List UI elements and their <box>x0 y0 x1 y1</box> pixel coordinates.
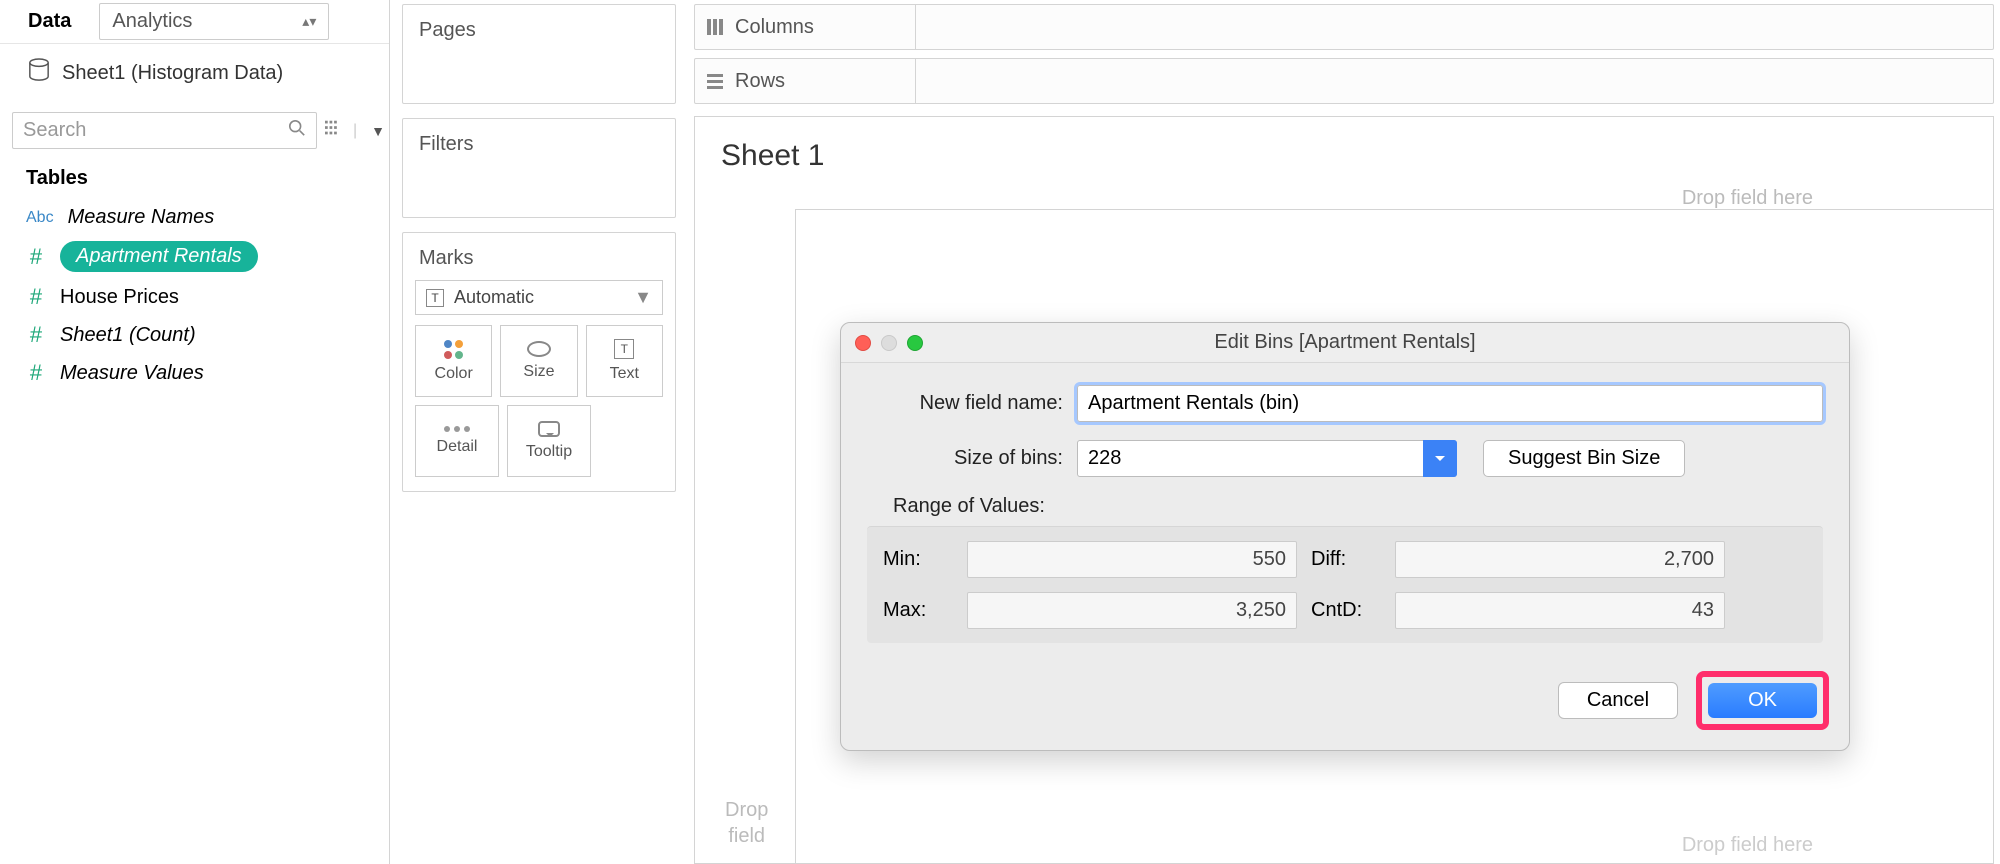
text-icon: T <box>614 339 634 359</box>
range-of-values-label: Range of Values: <box>867 495 1823 526</box>
marks-card: Marks T Automatic ▼ Color Size T Text <box>402 232 676 492</box>
ok-button[interactable]: OK <box>1708 683 1817 718</box>
max-value: 3,250 <box>967 592 1297 629</box>
field-apartment-rentals[interactable]: # Apartment Rentals <box>0 235 389 278</box>
diff-value: 2,700 <box>1395 541 1725 578</box>
search-box[interactable] <box>12 112 317 149</box>
field-sheet1-count[interactable]: # Sheet1 (Count) <box>0 316 389 354</box>
drop-field-hint-top: Drop field here <box>1682 187 1813 210</box>
shelf-bars: Columns Rows <box>690 0 2000 112</box>
field-measure-values[interactable]: # Measure Values <box>0 354 389 392</box>
chevron-down-icon: ▼ <box>634 287 652 308</box>
filters-shelf[interactable]: Filters <box>402 118 676 218</box>
tables-heading: Tables <box>0 159 389 200</box>
size-of-bins-combo[interactable] <box>1077 440 1457 477</box>
dialog-titlebar[interactable]: Edit Bins [Apartment Rentals] <box>841 323 1849 363</box>
columns-label: Columns <box>735 16 915 39</box>
abc-type-icon: Abc <box>26 209 54 227</box>
min-value: 550 <box>967 541 1297 578</box>
cancel-button[interactable]: Cancel <box>1558 682 1678 719</box>
analytics-label: Analytics <box>112 10 192 33</box>
drop-field-hint-left: Drop field <box>725 797 768 849</box>
rows-icon <box>695 72 735 90</box>
divider: | <box>353 122 357 140</box>
size-of-bins-input[interactable] <box>1077 440 1457 477</box>
combo-dropdown-button[interactable] <box>1423 440 1457 477</box>
size-of-bins-label: Size of bins: <box>867 447 1077 470</box>
field-label: Measure Names <box>68 206 215 229</box>
database-icon <box>28 58 50 88</box>
divider <box>915 59 916 103</box>
data-tab[interactable]: Data <box>0 10 99 33</box>
rows-shelf[interactable]: Rows <box>694 58 1994 104</box>
hash-type-icon: # <box>26 244 46 270</box>
field-label: Sheet1 (Count) <box>60 324 196 347</box>
filters-label: Filters <box>403 119 675 170</box>
marks-tooltip-button[interactable]: Tooltip <box>507 405 591 477</box>
field-label: House Prices <box>60 286 179 309</box>
data-header: Data Analytics ▴▾ <box>0 0 389 44</box>
divider <box>915 5 916 49</box>
marks-text-button[interactable]: T Text <box>586 325 663 397</box>
mark-type-value: Automatic <box>454 287 534 308</box>
text-type-icon: T <box>426 289 444 307</box>
hash-type-icon: # <box>26 322 46 348</box>
drop-word: Drop <box>725 797 768 823</box>
range-box: Min: 550 Diff: 2,700 Max: 3,250 CntD: 43 <box>867 526 1823 643</box>
marks-color-button[interactable]: Color <box>415 325 492 397</box>
field-measure-names[interactable]: Abc Measure Names <box>0 200 389 235</box>
btn-label: Size <box>523 363 554 381</box>
columns-shelf[interactable]: Columns <box>694 4 1994 50</box>
field-label: Measure Values <box>60 362 204 385</box>
updown-icon: ▴▾ <box>302 13 316 30</box>
sheet-title[interactable]: Sheet 1 <box>695 117 1993 195</box>
analytics-dropdown[interactable]: Analytics ▴▾ <box>99 3 329 40</box>
cntd-value: 43 <box>1395 592 1725 629</box>
diff-label: Diff: <box>1311 548 1381 571</box>
ok-highlight-box: OK <box>1696 671 1829 730</box>
pages-shelf[interactable]: Pages <box>402 4 676 104</box>
data-side-panel: Data Analytics ▴▾ Sheet1 (Histogram Data… <box>0 0 390 864</box>
btn-label: Tooltip <box>526 443 572 461</box>
field-house-prices[interactable]: # House Prices <box>0 278 389 316</box>
new-field-name-input[interactable] <box>1077 385 1823 422</box>
btn-label: Detail <box>437 438 478 456</box>
pages-label: Pages <box>403 5 675 56</box>
cntd-label: CntD: <box>1311 599 1381 622</box>
view-toggle-icon[interactable] <box>325 119 345 142</box>
dialog-title: Edit Bins [Apartment Rentals] <box>841 331 1849 354</box>
suggest-bin-size-button[interactable]: Suggest Bin Size <box>1483 440 1685 477</box>
shelves-panel: Pages Filters Marks T Automatic ▼ Color … <box>398 0 680 506</box>
marks-size-button[interactable]: Size <box>500 325 577 397</box>
mark-type-dropdown[interactable]: T Automatic ▼ <box>415 280 663 315</box>
min-label: Min: <box>883 548 953 571</box>
search-input[interactable] <box>23 119 288 142</box>
field-word: field <box>725 823 768 849</box>
datasource-name: Sheet1 (Histogram Data) <box>62 62 283 85</box>
fields-menu-dropdown[interactable]: ▼ <box>365 123 391 139</box>
size-icon <box>527 341 551 357</box>
btn-label: Text <box>610 365 639 383</box>
max-label: Max: <box>883 599 953 622</box>
tooltip-icon <box>538 421 560 437</box>
hash-type-icon: # <box>26 284 46 310</box>
marks-label: Marks <box>403 233 675 280</box>
search-row: | ▼ <box>0 102 389 159</box>
hash-type-icon: # <box>26 360 46 386</box>
new-field-name-label: New field name: <box>867 392 1077 415</box>
columns-icon <box>695 18 735 36</box>
detail-icon <box>444 426 470 432</box>
edit-bins-dialog: Edit Bins [Apartment Rentals] New field … <box>840 322 1850 751</box>
color-icon <box>444 340 463 359</box>
search-icon <box>288 119 306 142</box>
field-pill-selected: Apartment Rentals <box>60 241 258 272</box>
marks-detail-button[interactable]: Detail <box>415 405 499 477</box>
datasource-row[interactable]: Sheet1 (Histogram Data) <box>0 44 389 102</box>
btn-label: Color <box>435 365 473 383</box>
rows-label: Rows <box>735 70 915 93</box>
